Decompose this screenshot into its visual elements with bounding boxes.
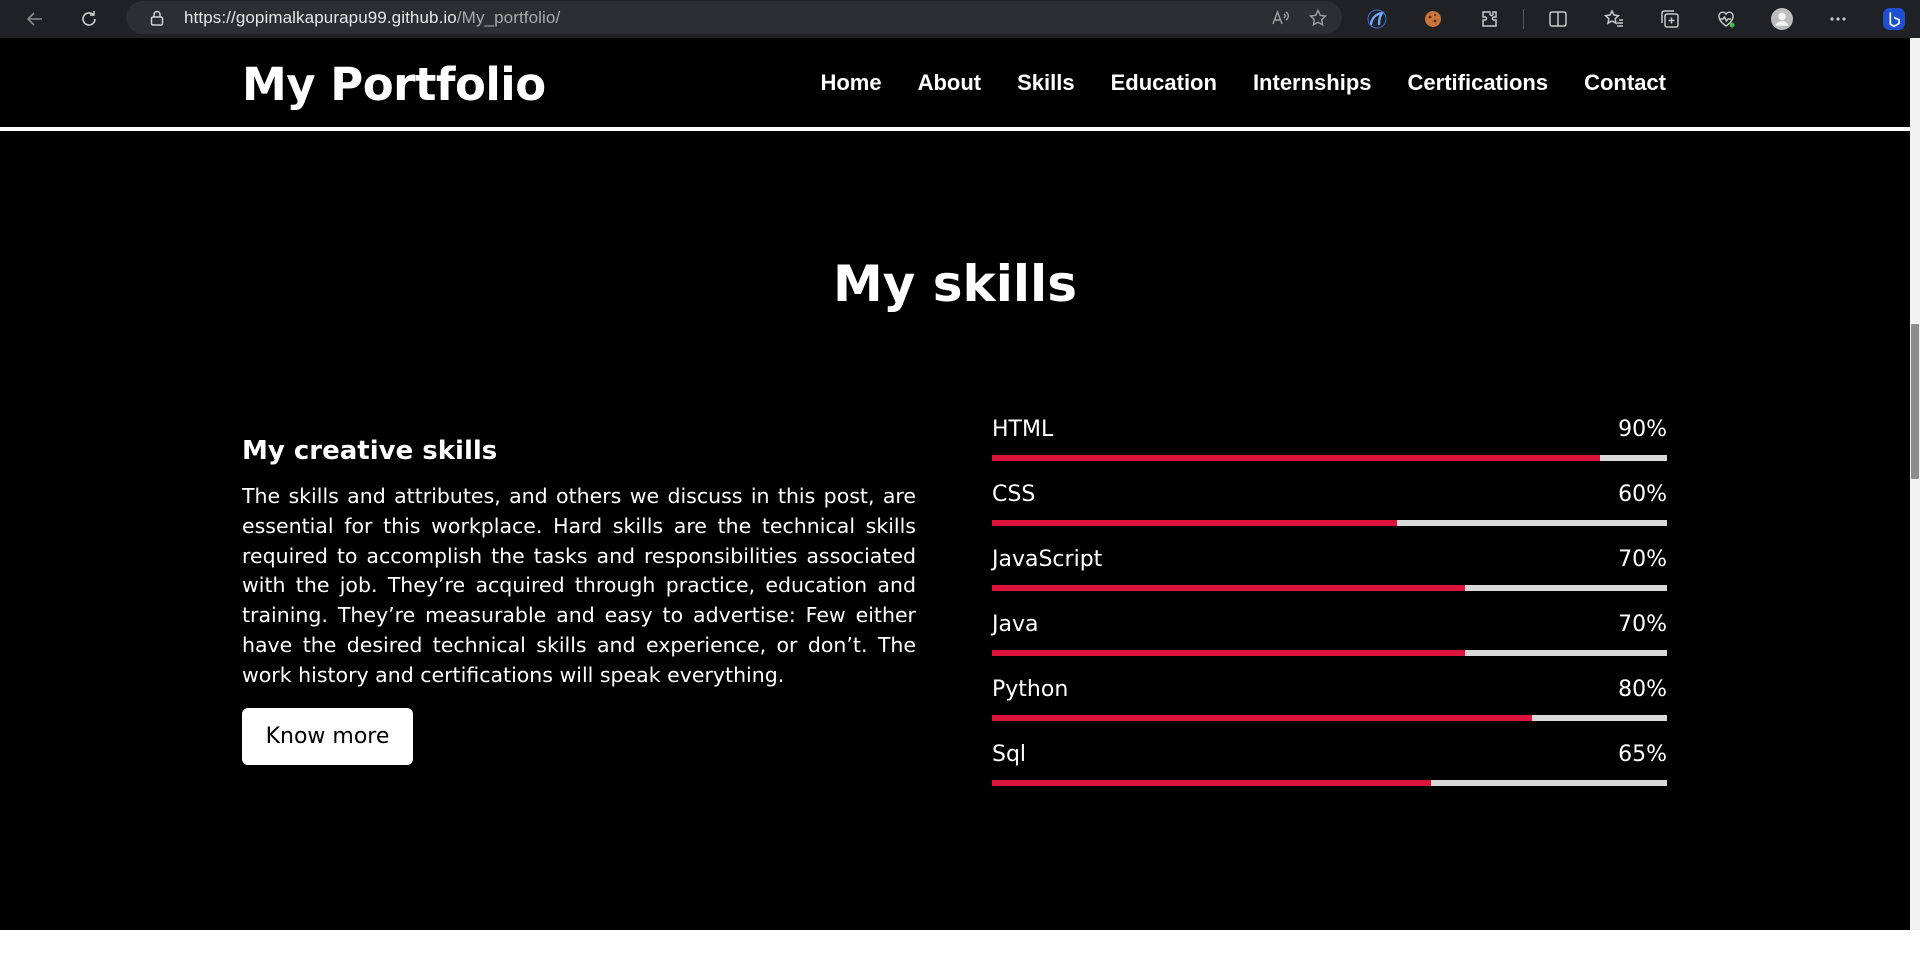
skill-bar-track (992, 520, 1667, 526)
site-logo[interactable]: My Portfolio (242, 58, 546, 111)
extension-icon[interactable] (1355, 0, 1399, 38)
url-text[interactable]: https://gopimalkapurapu99.github.io/My_p… (184, 8, 560, 28)
section-title: My skills (833, 255, 1077, 313)
skill-name: Sql (992, 742, 1027, 767)
nav-contact[interactable]: Contact (1584, 70, 1666, 96)
skill-percent: 80% (1618, 677, 1667, 702)
nav-home[interactable]: Home (820, 70, 881, 96)
skill-html: HTML 90% (992, 416, 1667, 481)
address-bar-actions (1270, 1, 1328, 34)
cookie-extension-icon[interactable] (1411, 0, 1455, 38)
toolbar-separator (1523, 9, 1524, 29)
bing-copilot-icon[interactable] (1872, 0, 1916, 38)
skill-bars-column: HTML 90% CSS 60% JavaScript 70% Java 70% Pyt… (992, 416, 1667, 806)
puzzle-extensions-icon[interactable] (1467, 0, 1511, 38)
creative-skills-column: My creative skills The skills and attrib… (242, 436, 916, 765)
page-viewport: My Portfolio Home About Skills Education… (0, 38, 1910, 930)
site-header: My Portfolio Home About Skills Education… (0, 38, 1910, 131)
skill-bar-fill (992, 455, 1600, 461)
nav-certifications[interactable]: Certifications (1408, 70, 1549, 96)
more-menu-icon[interactable] (1816, 0, 1860, 38)
navigation-buttons (16, 0, 108, 38)
skill-css: CSS 60% (992, 481, 1667, 546)
url-path: /My_portfolio/ (456, 7, 561, 27)
favorites-icon[interactable] (1592, 0, 1636, 38)
browser-extensions (1355, 0, 1916, 38)
skill-bar-fill (992, 520, 1397, 526)
skill-bar-track (992, 780, 1667, 786)
nav-about[interactable]: About (918, 70, 982, 96)
favorite-star-icon[interactable] (1308, 8, 1328, 28)
split-screen-icon[interactable] (1536, 0, 1580, 38)
url-host: https://gopimalkapurapu99.github.io (184, 7, 457, 27)
skill-bar-track (992, 455, 1667, 461)
nav-education[interactable]: Education (1111, 70, 1217, 96)
performance-icon[interactable] (1704, 0, 1748, 38)
skill-percent: 70% (1618, 612, 1667, 637)
read-aloud-icon[interactable] (1270, 8, 1290, 28)
skill-javascript: JavaScript 70% (992, 546, 1667, 611)
skill-bar-fill (992, 715, 1532, 721)
scrollbar-thumb[interactable] (1911, 324, 1919, 479)
skill-bar-track (992, 715, 1667, 721)
skill-name: Python (992, 677, 1069, 702)
skill-name: JavaScript (992, 547, 1103, 572)
nav-skills[interactable]: Skills (1017, 70, 1074, 96)
skill-percent: 65% (1618, 742, 1667, 767)
creative-skills-description: The skills and attributes, and others we… (242, 484, 916, 687)
skill-bar-fill (992, 650, 1465, 656)
skill-bar-fill (992, 585, 1465, 591)
skill-bar-track (992, 650, 1667, 656)
refresh-icon[interactable] (70, 0, 108, 38)
back-arrow-icon[interactable] (16, 0, 54, 38)
skill-name: HTML (992, 417, 1054, 442)
skill-percent: 70% (1618, 547, 1667, 572)
know-more-button[interactable]: Know more (242, 707, 413, 765)
page-bottom-edge (0, 930, 1920, 960)
skill-bar-track (992, 585, 1667, 591)
skill-percent: 90% (1618, 417, 1667, 442)
skill-java: Java 70% (992, 611, 1667, 676)
browser-toolbar: https://gopimalkapurapu99.github.io/My_p… (0, 0, 1920, 38)
address-bar[interactable]: https://gopimalkapurapu99.github.io/My_p… (126, 1, 1342, 34)
page-scrollbar[interactable] (1910, 38, 1920, 930)
nav-internships[interactable]: Internships (1253, 70, 1372, 96)
skill-percent: 60% (1618, 482, 1667, 507)
lock-icon[interactable] (148, 9, 166, 27)
creative-skills-heading: My creative skills (242, 436, 498, 466)
skill-sql: Sql 65% (992, 741, 1667, 806)
skill-name: CSS (992, 482, 1036, 507)
skill-name: Java (992, 612, 1039, 637)
profile-icon[interactable] (1760, 0, 1804, 38)
main-nav: Home About Skills Education Internships … (820, 70, 1666, 96)
skill-bar-fill (992, 780, 1431, 786)
collections-icon[interactable] (1648, 0, 1692, 38)
skill-python: Python 80% (992, 676, 1667, 741)
